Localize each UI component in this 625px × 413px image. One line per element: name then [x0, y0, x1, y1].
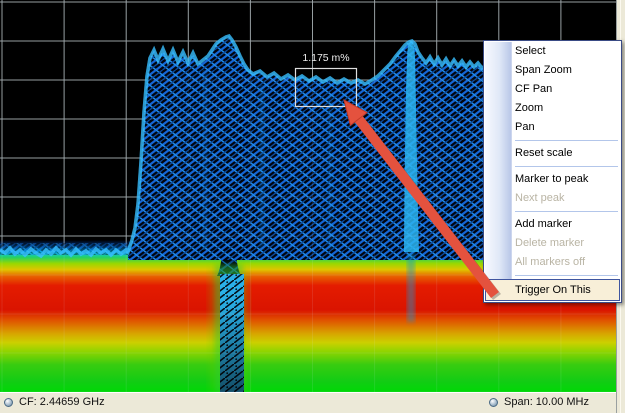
cf-readout: CF: 2.44659 GHz	[19, 396, 105, 408]
menu-item-marker-to-peak[interactable]: Marker to peak	[484, 170, 621, 189]
menu-item-delete-marker: Delete marker	[484, 234, 621, 253]
span-readout: Span: 10.00 MHz	[504, 396, 589, 408]
menu-separator	[484, 208, 621, 215]
menu-item-cf-pan[interactable]: CF Pan	[484, 80, 621, 99]
menu-item-trigger-on-this[interactable]: Trigger On This	[485, 279, 620, 301]
menu-item-zoom[interactable]: Zoom	[484, 99, 621, 118]
menu-separator	[484, 272, 621, 279]
carrier-column	[210, 264, 248, 392]
span-knob-icon[interactable]	[489, 398, 498, 407]
menu-item-span-zoom[interactable]: Span Zoom	[484, 61, 621, 80]
menu-item-next-peak: Next peak	[484, 189, 621, 208]
context-menu: SelectSpan ZoomCF PanZoomPan Reset scale M…	[483, 40, 622, 303]
menu-item-reset-scale[interactable]: Reset scale	[484, 144, 621, 163]
status-bar: CF: 2.44659 GHz Span: 10.00 MHz	[0, 392, 625, 413]
menu-item-pan[interactable]: Pan	[484, 118, 621, 137]
menu-item-all-markers-off: All markers off	[484, 253, 621, 272]
menu-separator	[484, 137, 621, 144]
density-annotation-label: 1.175 m%	[302, 52, 349, 64]
spectrum-analyzer-screen: 1.175 m% SelectSpan ZoomCF PanZoomPan Res…	[0, 0, 625, 413]
menu-item-add-marker[interactable]: Add marker	[484, 215, 621, 234]
menu-separator	[484, 163, 621, 170]
menu-item-select[interactable]: Select	[484, 42, 621, 61]
cf-knob-icon[interactable]	[4, 398, 13, 407]
